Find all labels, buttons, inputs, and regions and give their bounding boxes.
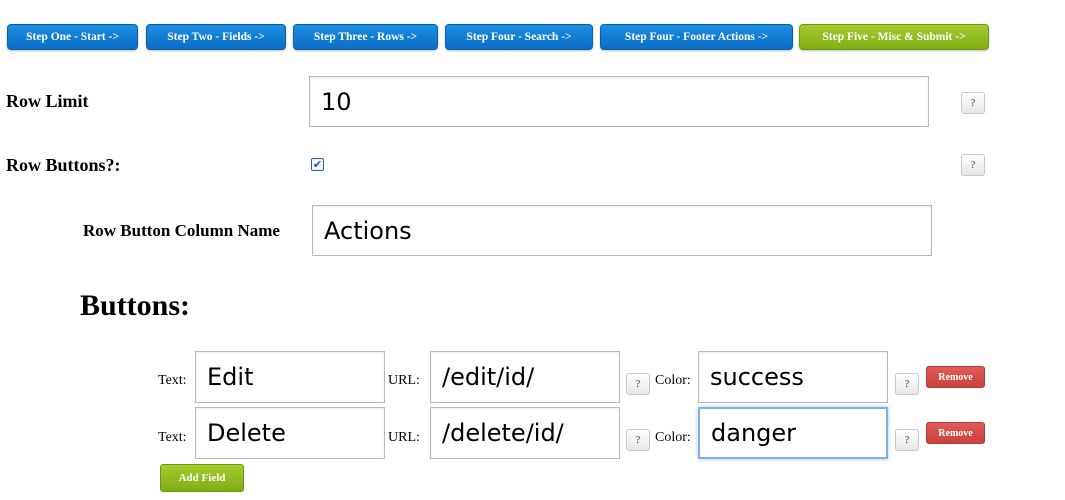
step-three-tab[interactable]: Step Three - Rows -> [293,24,438,50]
button-color-input[interactable]: success [698,351,888,403]
row-limit-input[interactable]: 10 [309,76,929,127]
color-label: Color: [655,430,691,445]
button-text-input[interactable]: Edit [195,351,385,403]
step-five-tab[interactable]: Step Five - Misc & Submit -> [799,24,989,50]
url-label: URL: [388,373,420,388]
button-text-input[interactable]: Delete [195,407,385,459]
color-help-button[interactable]: ? [895,429,919,451]
button-color-input[interactable]: danger [698,407,888,459]
url-help-button[interactable]: ? [626,373,650,395]
step-one-tab[interactable]: Step One - Start -> [7,24,138,50]
row-limit-help-button[interactable]: ? [961,92,985,114]
step-four-search-tab[interactable]: Step Four - Search -> [445,24,593,50]
remove-button[interactable]: Remove [926,366,985,388]
checkmark-icon: ✔ [312,158,323,171]
url-label: URL: [388,430,420,445]
color-label: Color: [655,373,691,388]
remove-button[interactable]: Remove [926,422,985,444]
button-url-input[interactable]: /edit/id/ [430,351,620,403]
color-help-button[interactable]: ? [895,373,919,395]
buttons-heading: Buttons: [80,289,191,322]
url-help-button[interactable]: ? [626,429,650,451]
add-field-button[interactable]: Add Field [160,464,244,492]
text-label: Text: [158,373,187,388]
row-buttons-checkbox[interactable]: ✔ [311,158,324,171]
column-name-input[interactable]: Actions [312,205,932,256]
step-two-tab[interactable]: Step Two - Fields -> [146,24,286,50]
button-url-input[interactable]: /delete/id/ [430,407,620,459]
text-label: Text: [158,430,187,445]
step-four-footer-tab[interactable]: Step Four - Footer Actions -> [600,24,793,50]
row-buttons-help-button[interactable]: ? [961,154,985,176]
column-name-label: Row Button Column Name [83,221,280,240]
row-buttons-label: Row Buttons?: [6,155,121,175]
row-limit-label: Row Limit [6,91,89,111]
